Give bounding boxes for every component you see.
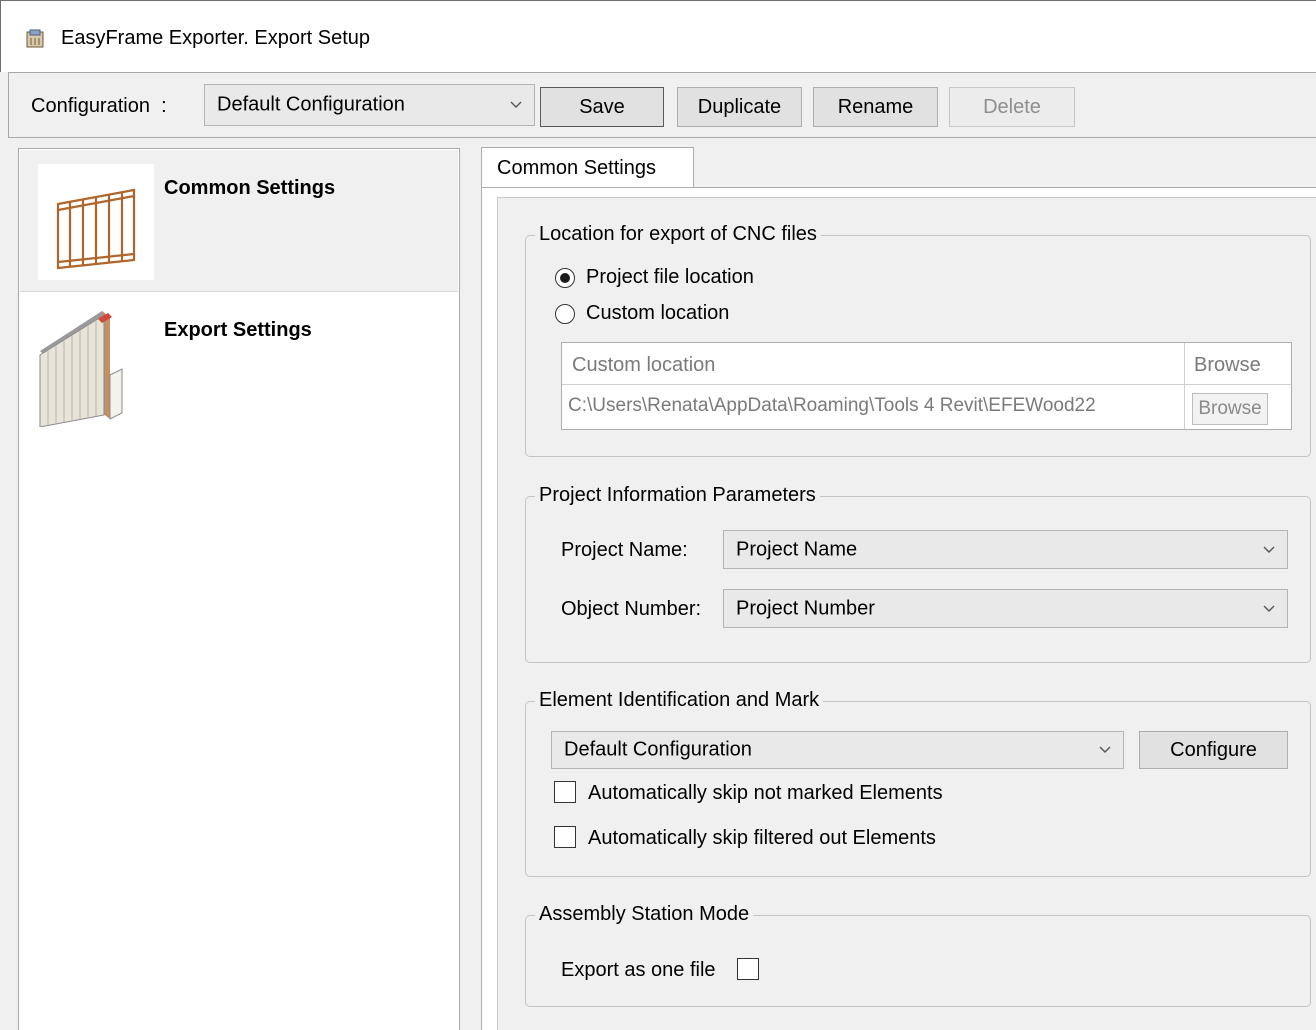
skip-not-marked-label[interactable]: Automatically skip not marked Elements: [588, 782, 943, 805]
duplicate-button[interactable]: Duplicate: [677, 87, 802, 127]
export-one-file-checkbox[interactable]: [737, 958, 759, 980]
element-id-group-title: Element Identification and Mark: [535, 689, 824, 712]
object-number-value: Project Number: [736, 597, 875, 619]
project-info-group-title: Project Information Parameters: [535, 484, 820, 507]
project-file-location-label[interactable]: Project file location: [586, 266, 754, 289]
wall-frame-graphic: [56, 188, 136, 270]
assembly-station-group-title: Assembly Station Mode: [535, 903, 754, 926]
skip-filtered-label[interactable]: Automatically skip filtered out Elements: [588, 827, 936, 850]
browse-button[interactable]: Browse: [1192, 393, 1268, 425]
rename-button[interactable]: Rename: [813, 87, 938, 127]
delete-button[interactable]: Delete: [949, 87, 1075, 127]
nav-item-label: Common Settings: [164, 177, 336, 199]
app-icon: [26, 29, 44, 48]
project-name-value: Project Name: [736, 538, 858, 560]
settings-nav: Common Settings Export Settings: [18, 148, 460, 1030]
configuration-label: Configuration :: [31, 95, 167, 117]
custom-location-path[interactable]: C:\Users\Renata\AppData\Roaming\Tools 4 …: [568, 395, 1096, 417]
project-name-label: Project Name:: [561, 539, 688, 561]
chevron-down-icon: [1099, 746, 1111, 753]
chevron-down-icon: [1263, 546, 1275, 553]
wall-panel-icon: [39, 311, 123, 427]
save-button[interactable]: Save: [540, 87, 664, 127]
element-id-dropdown-value: Default Configuration: [564, 738, 752, 761]
title-bar: EasyFrame Exporter. Export Setup: [0, 0, 1316, 72]
custom-location-label[interactable]: Custom location: [586, 302, 729, 325]
custom-location-radio[interactable]: [555, 304, 575, 324]
wall-frame-icon: [38, 164, 154, 280]
chevron-down-icon: [1263, 605, 1275, 612]
skip-not-marked-checkbox[interactable]: [554, 781, 576, 803]
project-file-location-radio[interactable]: [555, 268, 575, 288]
object-number-label: Object Number:: [561, 598, 702, 620]
configuration-dropdown-value: Default Configuration: [217, 93, 405, 116]
tab-label: Common Settings: [497, 157, 656, 179]
project-info-group: [525, 496, 1311, 663]
nav-item-label: Export Settings: [164, 319, 312, 341]
project-name-dropdown[interactable]: Project Name: [723, 530, 1288, 569]
object-number-dropdown[interactable]: Project Number: [723, 589, 1288, 628]
window-title: EasyFrame Exporter. Export Setup: [61, 27, 371, 49]
chevron-down-icon: [510, 101, 522, 108]
custom-location-grid: Custom location Browse C:\Users\Renata\A…: [561, 342, 1292, 430]
location-group-title: Location for export of CNC files: [535, 223, 821, 246]
grid-header-browse: Browse: [1194, 354, 1261, 376]
configuration-dropdown[interactable]: Default Configuration: [204, 84, 535, 126]
grid-header-custom-location: Custom location: [572, 354, 716, 376]
nav-item-common-settings[interactable]: Common Settings: [20, 150, 458, 292]
export-one-file-label[interactable]: Export as one file: [561, 959, 716, 982]
tab-common-settings[interactable]: Common Settings: [481, 147, 694, 188]
element-id-dropdown[interactable]: Default Configuration: [551, 731, 1124, 769]
configuration-toolbar: Configuration : Default Configuration Sa…: [8, 72, 1316, 138]
configure-button[interactable]: Configure: [1139, 731, 1288, 769]
nav-item-export-settings[interactable]: Export Settings: [20, 293, 458, 433]
grid-column-separator: [1184, 343, 1185, 429]
skip-filtered-checkbox[interactable]: [554, 826, 576, 848]
